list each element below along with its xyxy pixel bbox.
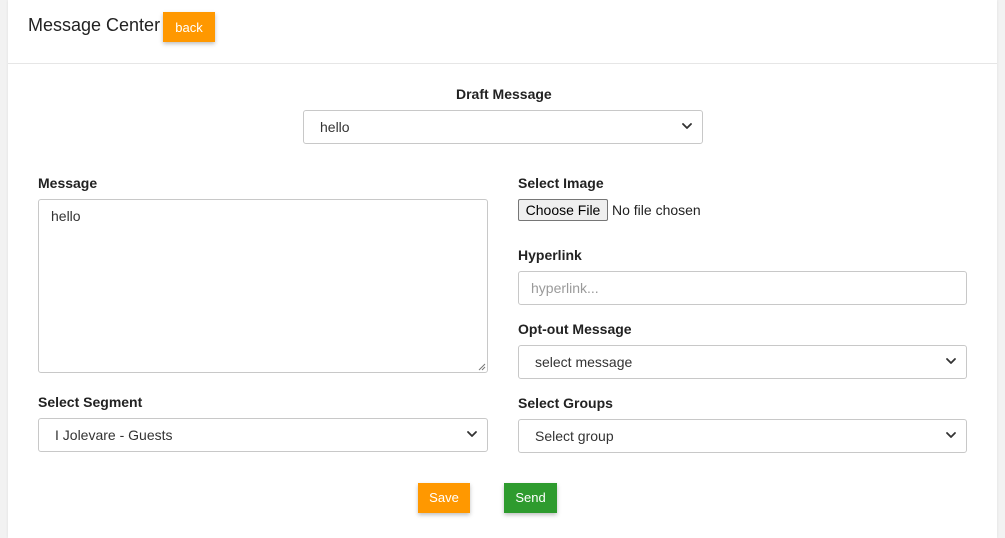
draft-message-value: hello (320, 119, 350, 135)
select-image-label: Select Image (518, 175, 604, 191)
hyperlink-placeholder: hyperlink... (531, 280, 599, 296)
save-button[interactable]: Save (418, 483, 470, 513)
groups-select[interactable]: Select group (518, 419, 967, 453)
send-button[interactable]: Send (504, 483, 557, 513)
message-text: hello (51, 208, 81, 224)
select-groups-label: Select Groups (518, 395, 613, 411)
segment-value: I Jolevare - Guests (55, 427, 173, 443)
draft-message-label: Draft Message (456, 86, 552, 102)
message-textarea[interactable]: hello (38, 199, 488, 373)
select-segment-label: Select Segment (38, 394, 143, 410)
file-status-text: No file chosen (612, 202, 701, 218)
page-header: Message Center back (8, 0, 997, 64)
hyperlink-input[interactable]: hyperlink... (518, 271, 967, 305)
message-label: Message (38, 175, 98, 191)
segment-select[interactable]: I Jolevare - Guests (38, 418, 488, 452)
chevron-down-icon (946, 432, 956, 438)
choose-file-button[interactable]: Choose File (518, 199, 608, 221)
groups-value: Select group (535, 428, 614, 444)
chevron-down-icon (467, 431, 477, 437)
resize-grip-icon[interactable] (476, 361, 486, 371)
page-title: Message Center (28, 15, 161, 35)
back-button[interactable]: back (163, 12, 215, 42)
message-center-card: Message Center back Draft Message hello … (8, 0, 997, 538)
hyperlink-label: Hyperlink (518, 247, 582, 263)
optout-message-value: select message (535, 354, 633, 370)
optout-message-select[interactable]: select message (518, 345, 967, 379)
optout-message-label: Opt-out Message (518, 321, 632, 337)
chevron-down-icon (682, 123, 692, 129)
chevron-down-icon (946, 358, 956, 364)
draft-message-select[interactable]: hello (303, 110, 703, 144)
